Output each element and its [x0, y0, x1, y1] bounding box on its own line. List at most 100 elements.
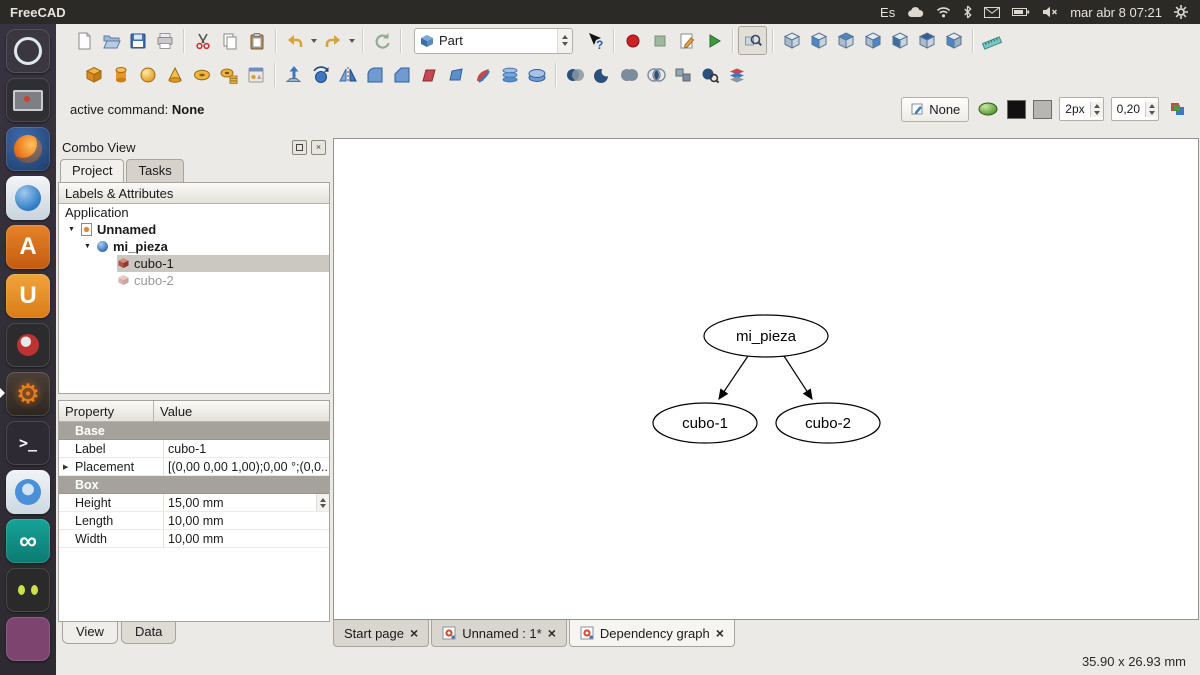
appearance-button[interactable] [976, 97, 1000, 121]
part-cone-button[interactable] [161, 61, 188, 88]
part-check-geometry-button[interactable] [696, 61, 723, 88]
tab-tasks[interactable]: Tasks [126, 159, 183, 182]
cloud-sync-icon[interactable] [907, 6, 924, 18]
dash-home-icon[interactable] [6, 29, 50, 73]
part-refine-shape-button[interactable] [723, 61, 750, 88]
part-box-button[interactable] [80, 61, 107, 88]
property-row-length[interactable]: Length 10,00 mm [59, 512, 329, 530]
part-ruled-surface-button[interactable] [415, 61, 442, 88]
tab-start-page[interactable]: Start page × [333, 620, 429, 647]
property-value[interactable]: 10,00 mm [164, 530, 329, 547]
property-row-height[interactable]: Height 15,00 mm [59, 494, 329, 512]
part-revolve-button[interactable] [307, 61, 334, 88]
keyboard-layout-indicator[interactable]: Es [880, 5, 895, 20]
session-gear-icon[interactable] [1174, 5, 1188, 19]
property-value[interactable]: cubo-1 [164, 440, 329, 457]
property-row-width[interactable]: Width 10,00 mm [59, 530, 329, 548]
ubuntu-software-icon[interactable]: U [6, 274, 50, 318]
refresh-button[interactable] [368, 27, 395, 54]
part-torus-button[interactable] [188, 61, 215, 88]
view-top-button[interactable] [832, 27, 859, 54]
view-front-button[interactable] [805, 27, 832, 54]
save-button[interactable] [124, 27, 151, 54]
tree-item-mi-pieza[interactable]: ▼ mi_pieza [59, 238, 329, 255]
tree-root-application[interactable]: Application [59, 204, 329, 221]
battery-icon[interactable] [1012, 7, 1030, 17]
property-group-base[interactable]: Base [59, 422, 329, 440]
part-cut-button[interactable] [588, 61, 615, 88]
firefox-icon[interactable] [6, 127, 50, 171]
paste-button[interactable] [243, 27, 270, 54]
dock-close-button[interactable]: × [311, 140, 326, 155]
tree-item-unnamed[interactable]: ▼ Unnamed [59, 221, 329, 238]
close-icon[interactable]: × [410, 626, 418, 640]
expander-icon[interactable]: ▶ [63, 463, 68, 471]
undo-button[interactable] [281, 27, 308, 54]
part-extrude-button[interactable] [280, 61, 307, 88]
workspace-app-icon[interactable] [6, 617, 50, 661]
column-value[interactable]: Value [154, 401, 329, 421]
dependency-graph-view[interactable]: mi_pieza cubo-1 cubo-2 [333, 138, 1199, 620]
undo-dropdown-button[interactable] [308, 27, 319, 54]
part-mirror-button[interactable] [334, 61, 361, 88]
part-chamfer-button[interactable] [388, 61, 415, 88]
cut-button[interactable] [189, 27, 216, 54]
property-row-placement[interactable]: ▶Placement [(0,00 0,00 1,00);0,00 °;(0,0… [59, 458, 329, 476]
dock-title-bar[interactable]: Combo View × [58, 138, 330, 156]
wifi-icon[interactable] [936, 6, 951, 18]
new-file-button[interactable] [70, 27, 97, 54]
clipping-plane-button[interactable] [1166, 97, 1190, 121]
part-union-button[interactable] [615, 61, 642, 88]
property-value[interactable]: 15,00 mm [164, 494, 329, 511]
whats-this-button[interactable]: ? [581, 27, 608, 54]
tab-project[interactable]: Project [60, 159, 124, 182]
part-cross-sections-button[interactable] [496, 61, 523, 88]
search-model-button[interactable] [738, 26, 767, 55]
view-axonometric-button[interactable] [778, 27, 805, 54]
screenshot-tool-icon[interactable] [6, 78, 50, 122]
expander-icon[interactable]: ▼ [83, 243, 92, 250]
part-compound-button[interactable] [669, 61, 696, 88]
mail-icon[interactable] [984, 7, 1000, 18]
expander-icon[interactable]: ▼ [67, 226, 76, 233]
part-shape-builder-button[interactable] [215, 61, 242, 88]
line-color-swatch[interactable] [1007, 100, 1026, 119]
value-spinner[interactable] [316, 494, 329, 511]
part-offset-button[interactable] [523, 61, 550, 88]
part-intersection-button[interactable] [642, 61, 669, 88]
tab-dependency-graph[interactable]: Dependency graph × [569, 620, 735, 647]
part-boolean-button[interactable] [561, 61, 588, 88]
view-left-button[interactable] [940, 27, 967, 54]
redo-button[interactable] [319, 27, 346, 54]
view-bottom-button[interactable] [913, 27, 940, 54]
print-button[interactable] [151, 27, 178, 54]
tree-item-cubo-2[interactable]: cubo-2 [59, 272, 329, 289]
tab-unnamed-document[interactable]: Unnamed : 1* × [431, 620, 567, 647]
macro-edit-button[interactable] [673, 27, 700, 54]
system-tools-icon[interactable] [6, 323, 50, 367]
workbench-spin[interactable] [557, 29, 572, 53]
property-row-label[interactable]: Label cubo-1 [59, 440, 329, 458]
part-loft-button[interactable] [442, 61, 469, 88]
face-color-swatch[interactable] [1033, 100, 1052, 119]
tree-item-cubo-1[interactable]: cubo-1 [59, 255, 329, 272]
tab-data[interactable]: Data [121, 622, 176, 644]
property-value[interactable]: [(0,00 0,00 1,00);0,00 °;(0,0... [164, 458, 329, 475]
tab-view[interactable]: View [62, 622, 118, 644]
dock-float-button[interactable] [292, 140, 307, 155]
measure-distance-button[interactable] [978, 27, 1005, 54]
infinity-app-icon[interactable]: ∞ [6, 519, 50, 563]
line-width-arrows[interactable] [1090, 102, 1103, 117]
ubuntu-one-icon[interactable] [6, 176, 50, 220]
point-size-arrows[interactable] [1145, 102, 1158, 117]
part-primitives-button[interactable] [242, 61, 269, 88]
point-size-spinbox[interactable]: 0,20 [1111, 97, 1159, 121]
selected-row-highlight[interactable]: cubo-1 [117, 255, 329, 272]
view-rear-button[interactable] [886, 27, 913, 54]
bluetooth-icon[interactable] [963, 5, 972, 19]
redo-dropdown-button[interactable] [346, 27, 357, 54]
game-app-icon[interactable] [6, 568, 50, 612]
part-sphere-button[interactable] [134, 61, 161, 88]
volume-muted-icon[interactable] [1042, 6, 1058, 18]
part-fillet-button[interactable] [361, 61, 388, 88]
